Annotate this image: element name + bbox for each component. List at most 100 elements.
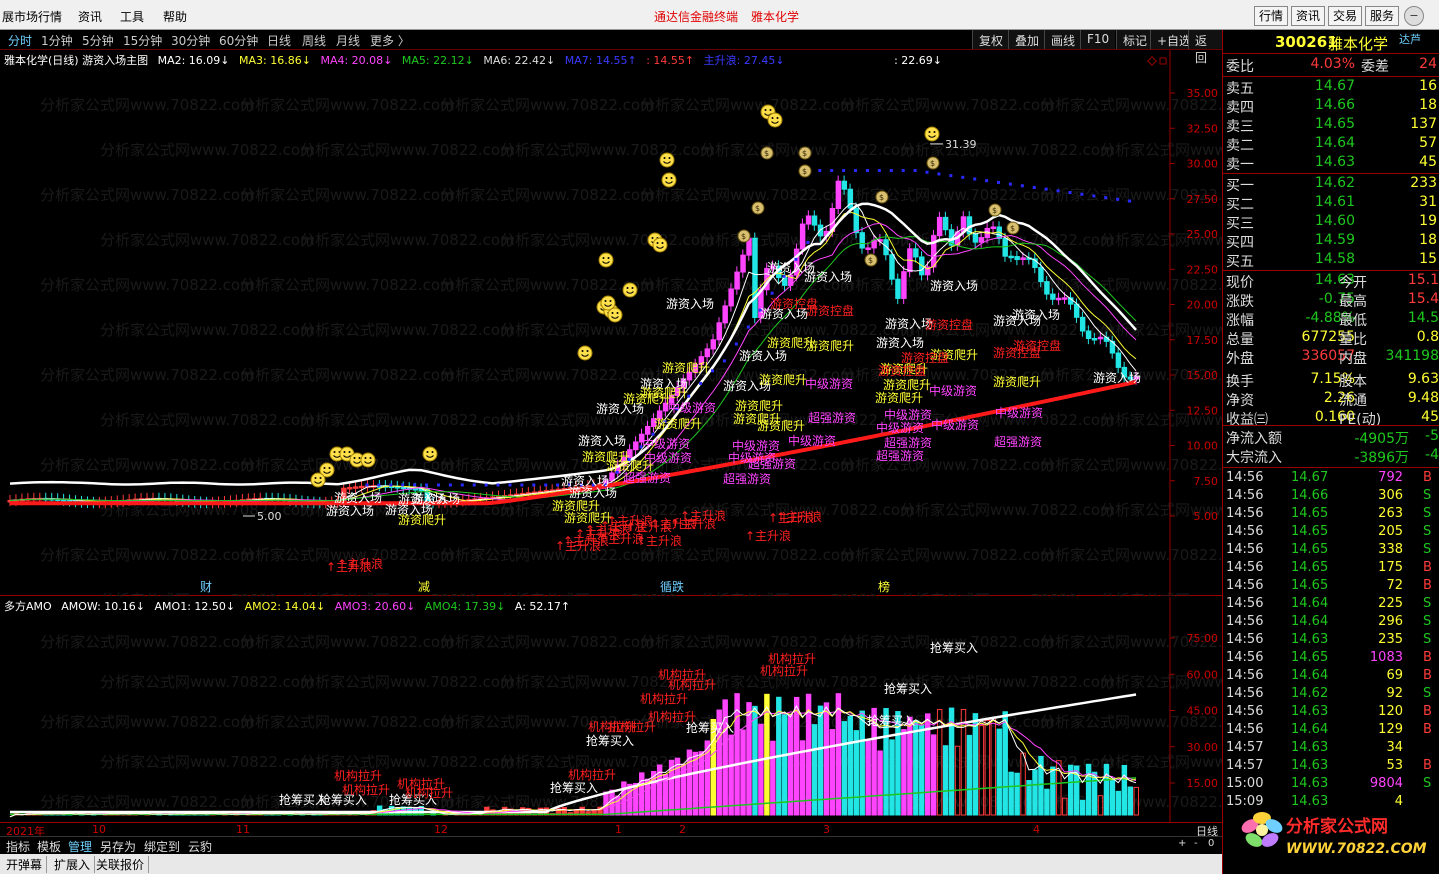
reset-button[interactable]: 0 — [1208, 838, 1214, 849]
tick-price: 14.65 — [1291, 560, 1329, 575]
bid-row[interactable]: 买一 14.62 233 — [1223, 175, 1439, 194]
tick-volume: 34 — [1386, 740, 1403, 755]
smiley-eye — [586, 350, 589, 352]
tab-related-quote[interactable]: 关联报价 — [92, 856, 150, 873]
f10-button[interactable]: F10 — [1080, 30, 1116, 49]
amo-indicator-chart[interactable]: 分析家公式网www.70822.com 分析家公式网www.70822.com 分析… — [0, 597, 1222, 822]
zoom-out-button[interactable]: - — [1194, 838, 1198, 849]
tick-volume: 225 — [1378, 596, 1403, 611]
bid-row[interactable]: 买三 14.60 19 — [1223, 213, 1439, 232]
stock-tag[interactable]: 达芦 — [1399, 31, 1421, 47]
amo-bar — [1050, 766, 1056, 816]
signal-label: 游资爬升 — [757, 419, 805, 433]
watermark-text: 分析家公式网www.70822.com — [240, 713, 455, 731]
minimize-icon[interactable]: − — [1404, 6, 1424, 26]
quote-button[interactable]: 行情 — [1254, 6, 1288, 26]
high-price-label: 31.39 — [945, 138, 977, 151]
main-wave-dot — [496, 483, 500, 487]
ask-row[interactable]: 卖五 14.67 16 — [1223, 78, 1439, 97]
bid-row[interactable]: 买二 14.61 31 — [1223, 194, 1439, 213]
tick-time: 14:56 — [1226, 704, 1264, 719]
amo-bar — [841, 721, 848, 816]
smiley-eye — [670, 177, 673, 179]
cloud-button[interactable]: 云豹 — [188, 838, 212, 855]
stat-row: 涨幅 -4.88% 最低 14.5 — [1223, 310, 1439, 329]
main-wave-dot — [1020, 184, 1024, 188]
stat-label: 外盘 — [1226, 351, 1254, 367]
candle-body — [1097, 336, 1104, 340]
main-kline-chart[interactable]: 分析家公式网www.70822.com 分析家公式网www.70822.com 分析… — [0, 50, 1222, 596]
signal-label: 游资入场 — [993, 314, 1041, 328]
tab-danmu[interactable]: 开弹幕 — [2, 856, 48, 873]
tab-60min[interactable]: 60分钟 — [219, 32, 258, 49]
zoom-in-button[interactable]: + — [1178, 838, 1186, 849]
adjust-button[interactable]: 复权 — [972, 30, 1010, 49]
mark-button[interactable]: 标记 — [1116, 30, 1154, 49]
amo-canvas[interactable]: 分析家公式网www.70822.com分析家公式网www.70822.com分析… — [0, 597, 1222, 822]
main-wave-dot — [1068, 191, 1072, 195]
tab-5min[interactable]: 5分钟 — [82, 32, 114, 49]
ask-row[interactable]: 卖三 14.65 137 — [1223, 116, 1439, 135]
candle-body — [865, 247, 871, 250]
smiley-icon — [360, 452, 376, 468]
amo-signal-label: 机构拉升 — [568, 767, 616, 782]
ask-row[interactable]: 卖四 14.66 18 — [1223, 97, 1439, 116]
tab-1min[interactable]: 1分钟 — [41, 32, 73, 49]
price-axis-label: 5.00 — [1194, 510, 1219, 523]
back-button[interactable]: 返回 — [1188, 30, 1222, 65]
watermark-text: 分析家公式网www.70822.com — [40, 366, 255, 384]
amo-bar — [770, 740, 776, 816]
ask-row[interactable]: 卖一 14.63 45 — [1223, 154, 1439, 173]
watermark-text: 分析家公式网www.70822.com — [300, 753, 515, 771]
candle-body — [811, 215, 818, 226]
signal-label: 游资入场 — [326, 504, 374, 518]
amo-axis-label: 75.00 — [1187, 632, 1219, 645]
kline-canvas[interactable]: 分析家公式网www.70822.com分析家公式网www.70822.com分析… — [0, 50, 1222, 596]
flow-value: -4905万 — [1354, 431, 1409, 447]
amo-bar — [782, 714, 788, 816]
candle-body — [799, 223, 806, 250]
tab-extend[interactable]: 扩展入 — [50, 856, 96, 873]
amo-bar — [1121, 764, 1128, 816]
tab-30min[interactable]: 30分钟 — [171, 32, 210, 49]
signal-label: 游资爬升 — [883, 378, 931, 392]
money-bag-icon: $ — [737, 229, 751, 243]
watermark-text: 分析家公式网www.70822.com — [100, 231, 315, 249]
menu-tools[interactable]: 工具 — [120, 8, 144, 25]
tab-weekly[interactable]: 周线 — [302, 32, 326, 49]
tick-price: 14.64 — [1291, 668, 1329, 683]
menu-news[interactable]: 资讯 — [78, 8, 102, 25]
tab-15min[interactable]: 15分钟 — [123, 32, 162, 49]
smiley-eye — [369, 457, 372, 459]
tab-more[interactable]: 更多 〉 — [370, 32, 410, 49]
bind-to-button[interactable]: 绑定到 — [144, 838, 180, 855]
bid-row[interactable]: 买四 14.59 18 — [1223, 232, 1439, 251]
template-button[interactable]: 模板 — [37, 838, 61, 855]
candle-body — [1008, 255, 1014, 259]
tab-daily[interactable]: 日线 — [267, 32, 291, 49]
legend-amo4: AMO4: 17.39↓ — [424, 600, 506, 613]
service-button[interactable]: 服务 — [1365, 6, 1399, 26]
price-axis-label: 22.50 — [1187, 263, 1219, 276]
smiley-eye — [631, 287, 634, 289]
indicator-button[interactable]: 指标 — [6, 838, 30, 855]
menu-market[interactable]: 展市场行情 — [2, 8, 62, 25]
tick-time: 14:56 — [1226, 596, 1264, 611]
legend-amow: AMOW: 10.16↓ — [61, 600, 146, 613]
trade-button[interactable]: 交易 — [1328, 6, 1362, 26]
manage-button[interactable]: 管理 — [68, 838, 92, 855]
draw-button[interactable]: 画线 — [1044, 30, 1082, 49]
tick-time: 14:56 — [1226, 470, 1264, 485]
menu-help[interactable]: 帮助 — [163, 8, 187, 25]
tick-time: 14:56 — [1226, 560, 1264, 575]
tab-intraday[interactable]: 分时 — [8, 32, 32, 49]
watermark-text: 分析家公式网www.70822.com — [300, 231, 515, 249]
tab-monthly[interactable]: 月线 — [336, 32, 360, 49]
news-button[interactable]: 资讯 — [1291, 6, 1325, 26]
overlay-button[interactable]: 叠加 — [1008, 30, 1046, 49]
tick-direction: S — [1423, 596, 1432, 611]
watermark-text: 分析家公式网www.70822.com — [40, 456, 255, 474]
ask-row[interactable]: 卖二 14.64 57 — [1223, 135, 1439, 154]
bid-row[interactable]: 买五 14.58 15 — [1223, 251, 1439, 270]
save-as-button[interactable]: 另存为 — [100, 838, 136, 855]
